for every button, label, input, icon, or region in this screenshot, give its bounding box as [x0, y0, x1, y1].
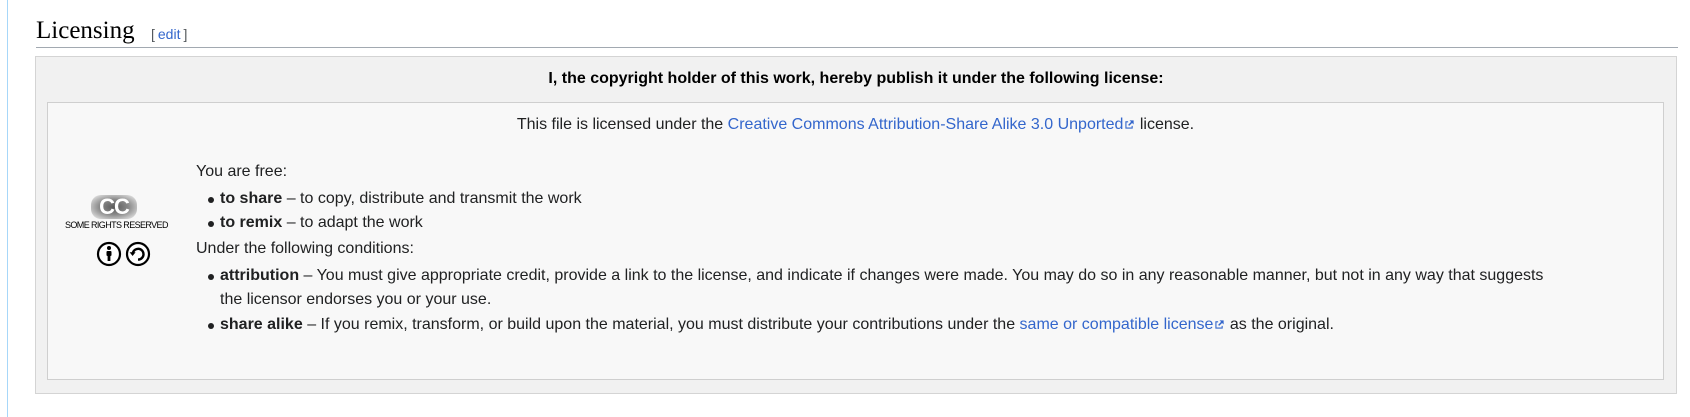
bullet-dot [208, 274, 214, 280]
license-template-box: I, the copyright holder of this work, he… [35, 56, 1677, 394]
condition-item: attribution – You must give appropriate … [220, 267, 1543, 285]
freedom-term: to remix [220, 214, 283, 231]
license-link[interactable]: Creative Commons Attribution-Share Alike… [728, 116, 1136, 133]
bullet-dot [208, 323, 214, 329]
freedom-term: to share [220, 190, 283, 207]
share-alike-icon [125, 241, 151, 267]
freedom-item: to share – to copy, distribute and trans… [220, 190, 582, 208]
condition-desc-suffix: as the original. [1229, 316, 1334, 333]
section-heading: Licensing [edit] [36, 14, 1678, 48]
licensed-prefix: This file is licensed under the [516, 116, 724, 133]
by-sa-icons [96, 241, 151, 267]
cc-logo-caption: SOME RIGHTS RESERVED [65, 220, 168, 230]
edit-link[interactable]: edit [158, 26, 181, 42]
condition-desc: – If you remix, transform, or build upon… [307, 316, 1016, 333]
edit-bracket-close: ] [183, 26, 188, 42]
external-link-icon [1125, 120, 1135, 129]
cc-by-sa-logo[interactable]: CC SOME RIGHTS RESERVED [65, 195, 168, 281]
free-intro: You are free: [196, 163, 288, 180]
freedom-desc: – to copy, distribute and transmit the w… [286, 190, 582, 207]
condition-item: share alike – If you remix, transform, o… [220, 316, 1334, 334]
section-title: Licensing [36, 17, 135, 44]
bullet-dot [208, 221, 214, 227]
licensed-suffix: license. [1139, 116, 1195, 133]
freedom-item: to remix – to adapt the work [220, 214, 423, 232]
copyright-holder-statement: I, the copyright holder of this work, he… [548, 70, 1164, 87]
edit-section: [edit] [151, 26, 187, 42]
condition-term: share alike [220, 316, 303, 333]
edit-bracket-open: [ [151, 26, 155, 42]
cc-logo-badge: CC [91, 195, 137, 219]
attribution-icon [96, 241, 122, 267]
external-link-icon [1215, 320, 1225, 329]
compatible-license-link-text: same or compatible license [1019, 316, 1214, 333]
condition-term: attribution [220, 267, 300, 284]
license-details-box: This file is licensed under the Creative… [47, 102, 1664, 380]
conditions-intro: Under the following conditions: [196, 240, 414, 257]
page-left-border [7, 0, 8, 417]
licensed-statement: This file is licensed under the Creative… [48, 116, 1663, 134]
condition-desc-continued: the licensor endorses you or your use. [220, 291, 492, 308]
condition-desc: – You must give appropriate credit, prov… [303, 267, 1544, 284]
bullet-dot [208, 197, 214, 203]
license-link-text: Creative Commons Attribution-Share Alike… [727, 116, 1124, 133]
freedom-desc: – to adapt the work [286, 214, 423, 231]
compatible-license-link[interactable]: same or compatible license [1020, 316, 1226, 333]
